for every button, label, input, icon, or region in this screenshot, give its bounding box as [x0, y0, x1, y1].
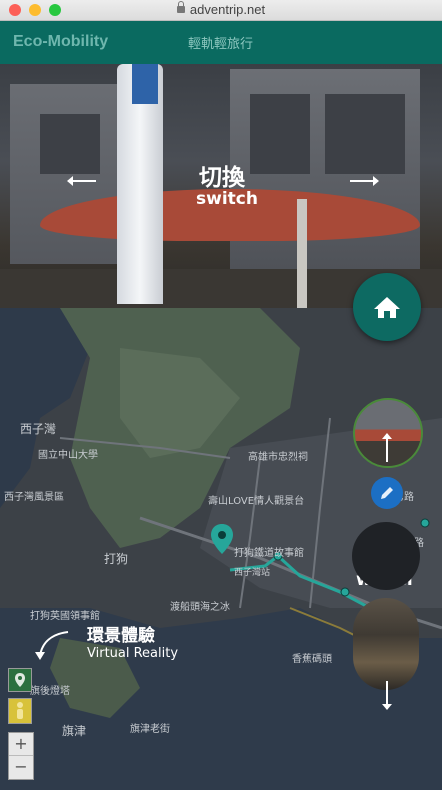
- street-view-toggle-button[interactable]: [8, 668, 32, 692]
- up-arrow-icon: [382, 433, 392, 462]
- map-label: 旗津: [62, 724, 87, 738]
- pencil-icon: [381, 487, 393, 499]
- left-arrow-icon: [67, 176, 96, 186]
- edit-button[interactable]: [371, 477, 403, 509]
- brand-logo-text[interactable]: Eco-Mobility: [13, 33, 108, 51]
- map-label: 西子灣: [20, 422, 57, 436]
- pegman-button[interactable]: [8, 698, 32, 724]
- zoom-control: + −: [8, 732, 34, 780]
- url-text: adventrip.net: [189, 2, 266, 17]
- map-pin-icon[interactable]: [211, 524, 233, 554]
- map-label: 國立中山大學: [38, 450, 98, 461]
- station-thumbnail-current[interactable]: [352, 522, 420, 590]
- map-label: 渡船頭海之冰: [170, 602, 230, 613]
- building-window: [40, 114, 100, 174]
- map-label: 旗後燈塔: [30, 686, 70, 697]
- address-bar[interactable]: adventrip.net: [0, 1, 442, 17]
- vr-hint-zh: 環景體驗: [87, 626, 155, 646]
- switch-hint-zh: 切換: [199, 165, 245, 191]
- map-label: 西子灣風景區: [4, 492, 64, 503]
- street-view-icon: [15, 673, 25, 687]
- zoom-in-button[interactable]: +: [9, 733, 33, 756]
- station-photo-panel[interactable]: 切換 switch: [0, 64, 442, 308]
- browser-titlebar: adventrip.net: [0, 0, 442, 21]
- map-label: 壽山LOVE情人觀景台: [208, 496, 305, 507]
- page-title: 輕軌輕旅行: [188, 37, 254, 52]
- pillar-blue-band: [132, 64, 158, 104]
- map-view[interactable]: 西子灣 國立中山大學 高雄市忠烈祠 壽山LOVE情人觀景台 西子灣風景區 打狗 …: [0, 308, 442, 790]
- home-icon: [374, 297, 400, 318]
- map-label: 香蕉碼頭: [292, 654, 332, 665]
- lock-icon: [176, 1, 185, 14]
- station-thumbnail-next[interactable]: [353, 598, 419, 690]
- down-arrow-icon: [382, 681, 392, 710]
- map-label: 打狗鐵道故事館: [234, 548, 304, 559]
- switch-hint-en: switch: [196, 189, 258, 209]
- canopy-post: [297, 199, 307, 308]
- app-header: Eco-Mobility 輕軌輕旅行: [0, 21, 442, 64]
- pegman-icon: [17, 702, 23, 719]
- building-window: [325, 94, 405, 174]
- map-label: 打狗: [104, 552, 129, 566]
- right-arrow-icon: [350, 176, 379, 186]
- map-label: 旗津老街: [130, 724, 170, 735]
- map-label: 高雄市忠烈祠: [248, 452, 308, 463]
- home-button[interactable]: [353, 273, 421, 341]
- curved-arrow-icon: [35, 631, 69, 660]
- building-window: [250, 94, 310, 174]
- map-label: 打狗英國領事館: [30, 611, 100, 622]
- zoom-out-button[interactable]: −: [9, 756, 33, 778]
- map-label: 西子灣站: [234, 568, 271, 578]
- vr-hint-en: Virtual Reality: [87, 646, 179, 661]
